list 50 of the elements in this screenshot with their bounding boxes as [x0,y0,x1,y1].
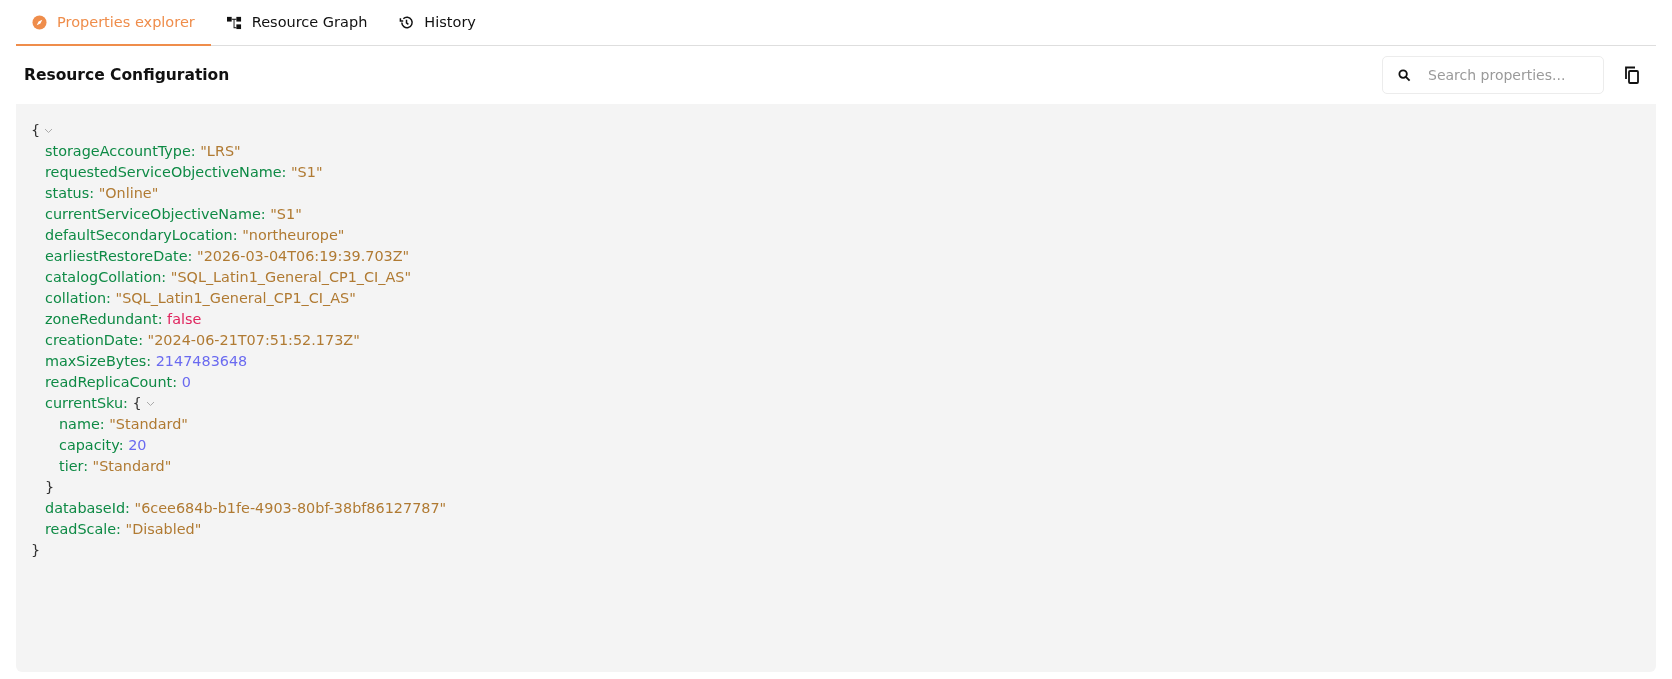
brace: } [31,541,41,560]
json-key: collation: [45,288,111,309]
json-value: 2147483648 [155,352,248,371]
json-key: databaseId: [45,498,130,519]
brace: { [31,121,41,140]
json-key: requestedServiceObjectiveName: [45,162,287,183]
json-key: earliestRestoreDate: [45,246,193,267]
json-key: storageAccountType: [45,141,196,162]
json-key: maxSizeBytes: [45,351,152,372]
json-key: creationDate: [45,330,143,351]
json-value: "SQL_Latin1_General_CP1_CI_AS" [115,289,356,308]
brace: } [45,478,55,497]
panel-title: Resource Configuration [24,66,231,84]
json-value: "Standard" [109,415,188,434]
compass-icon [32,14,47,30]
json-value: "Online" [98,184,159,203]
graph-icon [226,14,242,30]
json-key: name: [59,414,105,435]
json-value: "SQL_Latin1_General_CP1_CI_AS" [170,268,412,287]
json-key: status: [45,183,95,204]
json-key: currentServiceObjectiveName: [45,204,266,225]
json-key: currentSku: [45,393,128,414]
json-value: "2024-06-21T07:51:52.173Z" [147,331,360,350]
json-value: "6cee684b-b1fe-4903-80bf-38bf86127787" [134,499,447,518]
tab[interactable]: History [383,0,492,46]
history-icon [399,14,415,30]
json-key: tier: [59,456,88,477]
search-field[interactable]: Search properties... [1382,56,1604,94]
json-value: 0 [181,373,191,392]
json-key: capacity: [59,435,124,456]
json-key: catalogCollation: [45,267,167,288]
json-value: "northeurope" [242,226,345,245]
json-value: false [167,310,202,329]
json-value: "LRS" [200,142,241,161]
tab[interactable]: Resource Graph [210,0,384,46]
json-key: readScale: [45,519,121,540]
collapse-icon[interactable] [44,127,54,134]
json-value: "S1" [291,163,323,182]
json-value: "2026-03-04T06:19:39.703Z" [197,247,410,266]
json-key: zoneRedundant: [45,309,163,330]
search-icon [1398,69,1411,82]
json-value: "Disabled" [125,520,202,539]
json-value: "S1" [270,205,302,224]
copy-icon[interactable] [1624,66,1640,84]
brace: { [132,394,142,413]
json-value: "Standard" [92,457,172,476]
json-value: 20 [128,436,147,455]
json-key: defaultSecondaryLocation: [45,225,238,246]
json-key: readReplicaCount: [45,372,178,393]
collapse-icon[interactable] [145,400,155,407]
